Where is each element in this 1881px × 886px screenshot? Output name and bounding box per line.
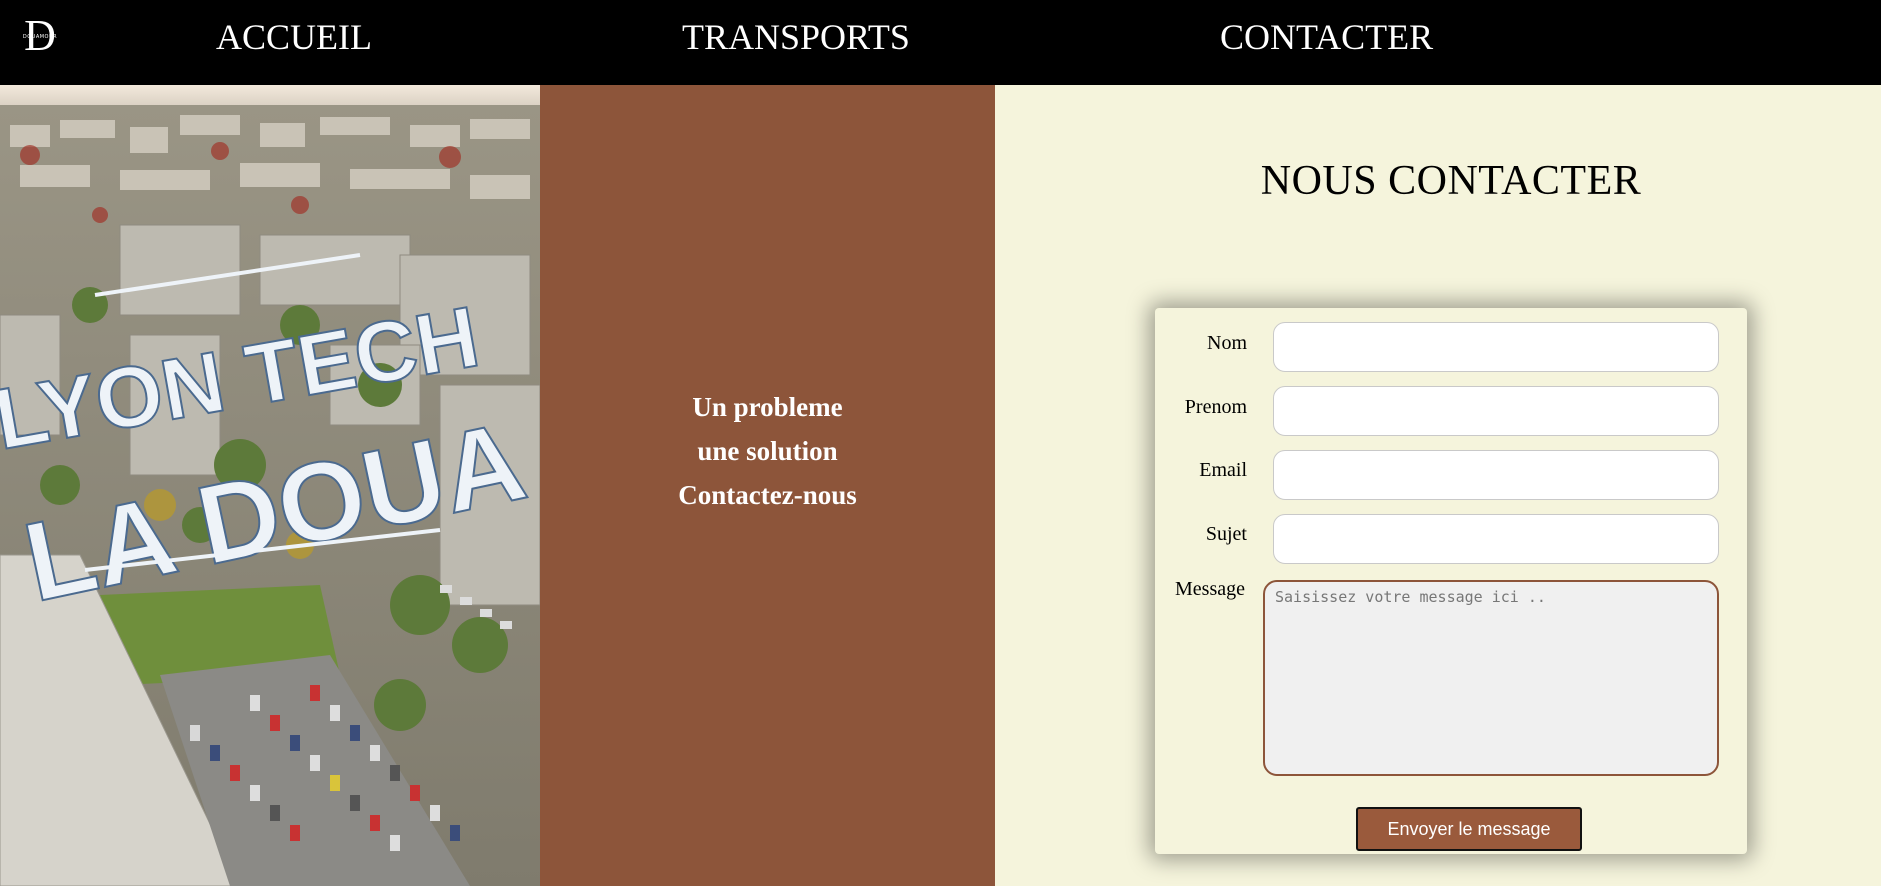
nom-input[interactable]: [1273, 322, 1719, 372]
top-navbar: D DOUAMOUR ACCUEIL TRANSPORTS CONTACTER: [0, 0, 1881, 85]
site-logo[interactable]: D DOUAMOUR: [14, 14, 66, 60]
prenom-label: Prenom: [1184, 396, 1247, 418]
nom-label: Nom: [1207, 332, 1247, 354]
logo-text: DOUAMOUR: [22, 34, 58, 40]
nav-link-transports[interactable]: TRANSPORTS: [682, 14, 910, 60]
promo-panel: Un probleme une solution Contactez-nous: [540, 85, 995, 886]
campus-aerial-photo: LYON TECH LA DOUA: [0, 85, 540, 886]
sujet-label: Sujet: [1205, 523, 1247, 545]
promo-line-3: Contactez-nous: [678, 480, 857, 510]
promo-slogan: Un probleme une solution Contactez-nous: [540, 385, 995, 517]
promo-line-2: une solution: [697, 436, 838, 466]
prenom-input[interactable]: [1273, 386, 1719, 436]
contact-form: Nom Prenom Email Sujet Message Envoyer l…: [1155, 308, 1747, 854]
contact-title: NOUS CONTACTER: [1260, 158, 1642, 204]
email-input[interactable]: [1273, 450, 1719, 500]
send-message-button[interactable]: Envoyer le message: [1356, 807, 1582, 851]
message-label: Message: [1175, 578, 1245, 600]
contact-panel: NOUS CONTACTER Nom Prenom Email Sujet Me…: [995, 85, 1881, 886]
nav-link-contacter[interactable]: CONTACTER: [1220, 14, 1433, 60]
message-textarea[interactable]: [1263, 580, 1719, 776]
campus-aerial-illustration: LYON TECH LA DOUA: [0, 85, 540, 886]
promo-line-1: Un probleme: [692, 392, 843, 422]
nav-link-accueil[interactable]: ACCUEIL: [216, 14, 372, 60]
sujet-input[interactable]: [1273, 514, 1719, 564]
email-label: Email: [1199, 459, 1247, 481]
